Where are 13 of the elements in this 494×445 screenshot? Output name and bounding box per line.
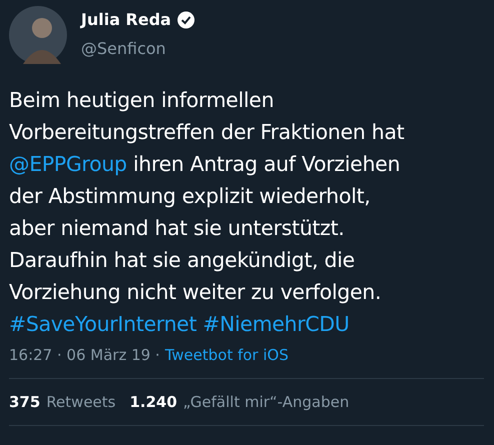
- stat-label: „Gefällt mir“-Angaben: [183, 393, 350, 411]
- author-name: Julia Reda: [81, 10, 172, 29]
- timestamp: 16:27 · 06 März 19 ·: [9, 346, 160, 364]
- tweet-link[interactable]: #SaveYourInternet: [9, 312, 197, 336]
- stat-count: 1.240: [130, 393, 178, 411]
- author-handle: @Senficon: [81, 39, 167, 58]
- source-link[interactable]: Tweetbot for iOS: [164, 346, 288, 364]
- tweet-text: Beim heutigen informellen Vorbereitungstreffen der Fraktionen hat @EPPGroup ihren Antrag auf Vorziehen der Abstimmung explizit wiederholt, aber niemand hat sie unterstützt. Daraufhin hat sie angekündigt, die Vorziehung nicht weiter zu verfolgen. #SaveYourInternet #NiemehrCDU: [9, 87, 406, 338]
- tweet-link[interactable]: #NiemehrCDU: [202, 312, 350, 336]
- stat-label: Retweets: [46, 393, 116, 411]
- tweet-link[interactable]: @EPPGroup: [9, 152, 127, 176]
- stat-count: 375: [9, 393, 40, 411]
- avatar: [9, 6, 67, 64]
